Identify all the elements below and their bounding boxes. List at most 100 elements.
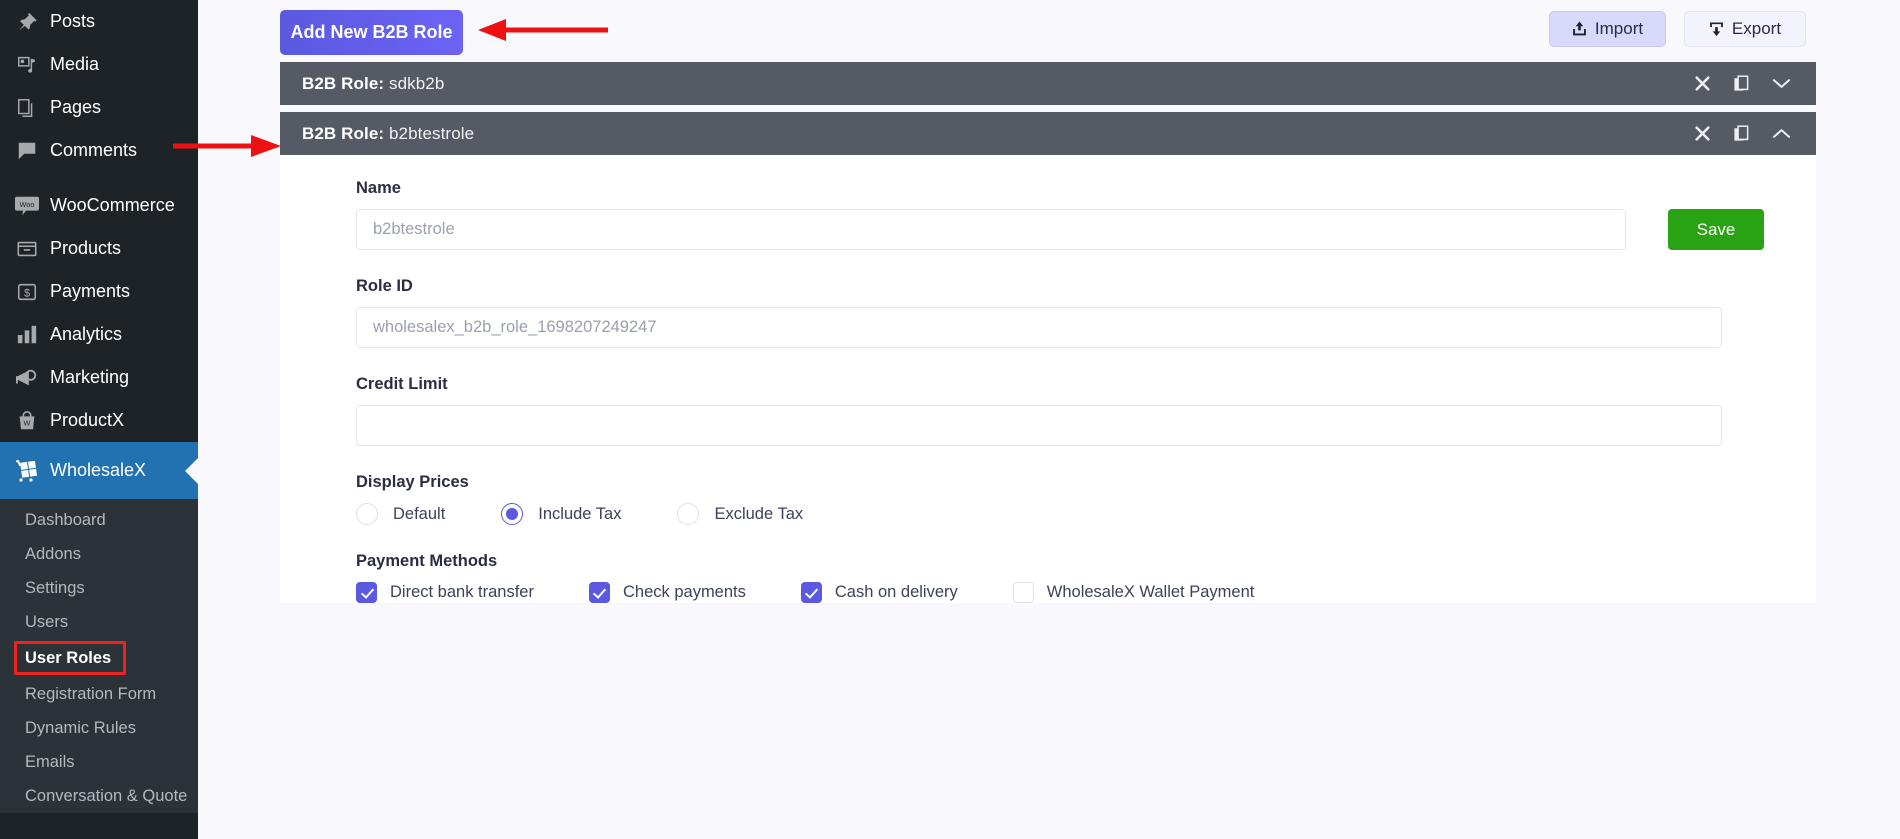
role-id-label: Role ID [356,277,413,295]
radio-circle-icon [356,503,378,525]
role-actions [1694,74,1816,93]
sidebar-item-label: WholesaleX [50,460,147,480]
field-payment-methods: Payment Methods Direct bank transfer Che… [280,552,1816,603]
sidebar-item-wholesalex[interactable]: WholesaleX [0,442,198,499]
sidebar-item-label: Posts [50,11,96,31]
media-icon [14,52,40,78]
active-pointer [185,457,198,484]
role-card-collapsed: B2B Role: sdkb2b [280,62,1816,105]
submenu-item-user-roles[interactable]: User Roles [14,641,127,675]
sidebar-item-analytics[interactable]: Analytics [0,313,198,356]
upload-icon [1572,21,1587,37]
sidebar-item-label: Marketing [50,367,130,387]
sidebar-item-posts[interactable]: Posts [0,0,198,43]
role-name: sdkb2b [388,73,445,93]
svg-text:$: $ [24,287,30,299]
payment-methods-group: Direct bank transfer Check payments Cash… [356,582,1764,603]
sidebar-item-label: Media [50,54,100,74]
checkbox-checked-icon [800,582,822,603]
submenu-item-settings[interactable]: Settings [0,571,198,605]
pin-icon [14,9,40,35]
checkbox-cash-on-delivery[interactable]: Cash on delivery [800,582,958,603]
save-button[interactable]: Save [1668,209,1764,250]
checkbox-unchecked-icon [1012,582,1034,603]
svg-text:Woo: Woo [19,199,34,208]
close-icon[interactable] [1694,75,1711,92]
role-id-input[interactable]: wholesalex_b2b_role_1698207249247 [356,307,1722,348]
add-new-b2b-role-button[interactable]: Add New B2B Role [280,10,463,55]
duplicate-icon[interactable] [1733,124,1750,143]
role-prefix: B2B Role: [302,123,385,143]
import-button[interactable]: Import [1549,11,1666,47]
chevron-up-icon[interactable] [1772,127,1791,140]
role-body: Name b2btestrole Save Role ID wholesalex… [280,155,1816,603]
submenu-item-dynamic-rules[interactable]: Dynamic Rules [0,711,198,745]
submenu-item-conversation-quote[interactable]: Conversation & Quote [0,779,198,813]
radio-circle-selected-icon [501,503,524,525]
sidebar-item-pages[interactable]: Pages [0,86,198,129]
field-credit-limit: Credit Limit [280,375,1816,446]
credit-limit-label: Credit Limit [356,375,448,393]
radio-label: Exclude Tax [714,504,804,523]
radio-default[interactable]: Default [356,503,445,525]
name-label: Name [356,179,401,197]
annotation-arrow-add-role [470,17,610,48]
checkbox-direct-bank-transfer[interactable]: Direct bank transfer [356,582,534,603]
checkbox-wholesalex-wallet-payment[interactable]: WholesaleX Wallet Payment [1012,582,1255,603]
radio-include-tax[interactable]: Include Tax [501,503,621,525]
export-button[interactable]: Export [1684,11,1806,47]
submenu-item-emails[interactable]: Emails [0,745,198,779]
checkbox-label: WholesaleX Wallet Payment [1046,583,1255,601]
role-actions [1694,124,1816,143]
pages-icon [14,95,40,121]
name-row: b2btestrole Save [356,209,1764,250]
sidebar-item-label: WooCommerce [50,195,175,215]
duplicate-icon[interactable] [1733,74,1750,93]
checkbox-check-payments[interactable]: Check payments [588,582,746,603]
radio-exclude-tax[interactable]: Exclude Tax [677,503,803,525]
submenu-item-dashboard[interactable]: Dashboard [0,503,198,537]
checkbox-checked-icon [356,582,377,603]
chevron-down-icon[interactable] [1772,77,1791,90]
download-icon [1709,21,1724,37]
sidebar-item-products[interactable]: Products [0,227,198,270]
radio-circle-icon [677,503,700,525]
submenu-item-addons[interactable]: Addons [0,537,198,571]
sidebar-item-marketing[interactable]: Marketing [0,356,198,399]
field-role-id: Role ID wholesalex_b2b_role_169820724924… [280,277,1816,348]
field-display-prices: Display Prices Default Include Tax Exclu… [280,473,1816,525]
page-toolbar: Add New B2B Role Import Export [198,0,1900,62]
submenu-item-registration-form[interactable]: Registration Form [0,677,198,711]
sidebar-item-media[interactable]: Media [0,43,198,86]
checkbox-label: Check payments [622,583,746,601]
submenu-item-users[interactable]: Users [0,605,198,639]
sidebar-item-woocommerce[interactable]: Woo WooCommerce [0,184,198,227]
sidebar-item-payments[interactable]: $ Payments [0,270,198,313]
analytics-icon [14,322,40,348]
products-icon [14,236,40,262]
export-label: Export [1731,19,1782,38]
radio-label: Include Tax [538,504,622,523]
role-header[interactable]: B2B Role: sdkb2b [280,62,1816,105]
sidebar-item-comments[interactable]: Comments [0,129,198,172]
role-title: B2B Role: b2btestrole [302,124,474,144]
name-input[interactable]: b2btestrole [356,209,1626,250]
credit-limit-input[interactable] [356,405,1722,446]
import-label: Import [1594,19,1644,38]
role-header[interactable]: B2B Role: b2btestrole [280,112,1816,155]
checkbox-label: Cash on delivery [834,583,958,601]
svg-text:W: W [24,418,31,427]
sidebar-item-productx[interactable]: W ProductX [0,399,198,442]
screen: Posts Media Pages Comments Woo WooCommer… [0,0,1900,839]
payments-icon: $ [14,279,40,305]
field-name: Name b2btestrole Save [280,179,1816,250]
role-prefix: B2B Role: [302,73,385,93]
radio-label: Default [393,504,446,523]
card-gap [198,105,1900,112]
close-icon[interactable] [1694,125,1711,142]
payment-methods-label: Payment Methods [356,552,498,570]
